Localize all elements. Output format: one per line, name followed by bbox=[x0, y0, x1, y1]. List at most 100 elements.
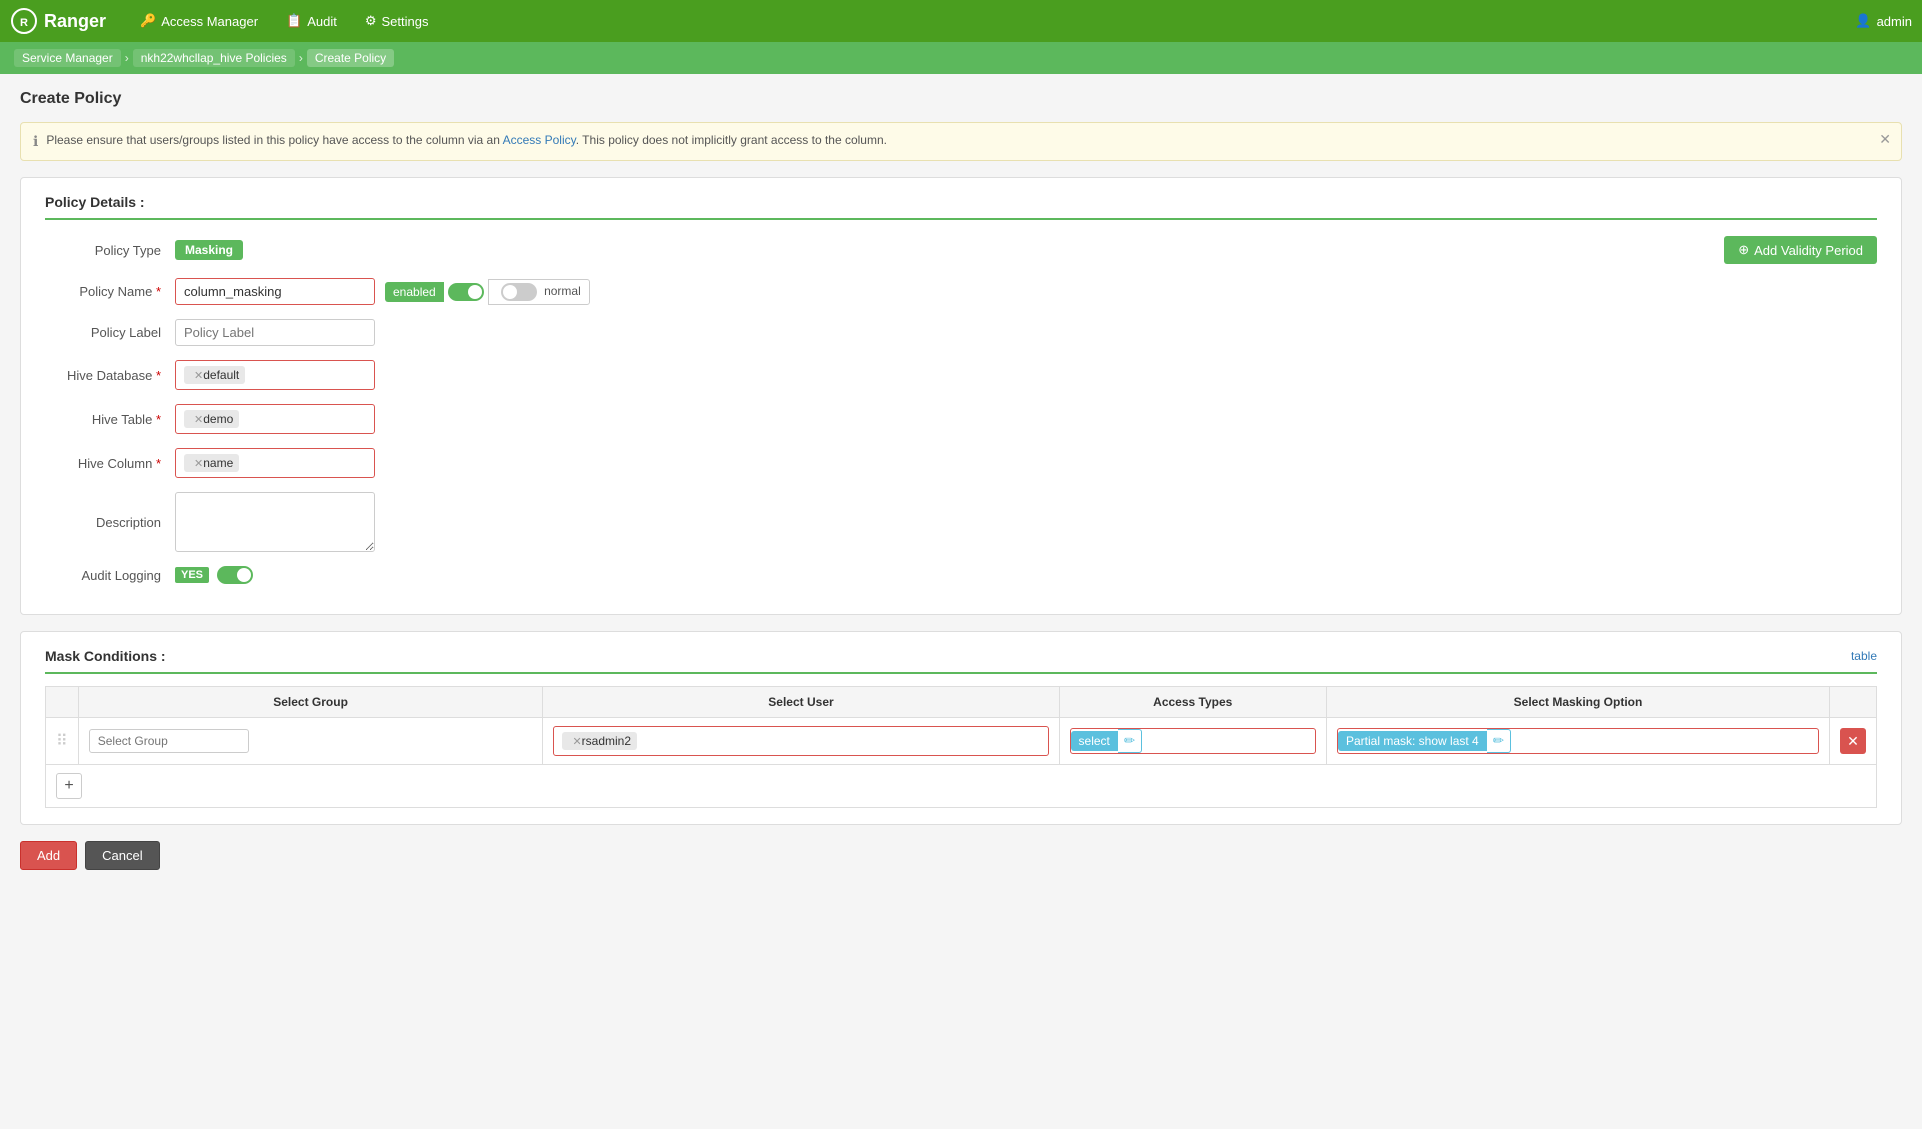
brand-name: Ranger bbox=[44, 11, 106, 32]
add-row-button[interactable]: + bbox=[56, 773, 82, 799]
description-label: Description bbox=[45, 515, 175, 530]
policy-type-row: Policy Type Masking ⊕ Add Validity Perio… bbox=[45, 236, 1877, 264]
hive-database-row: Hive Database * ✕ default bbox=[45, 360, 1877, 390]
hive-table-label: Hive Table * bbox=[45, 412, 175, 427]
policy-type-left: Policy Type Masking bbox=[45, 240, 243, 260]
select-group-input[interactable] bbox=[89, 729, 249, 753]
nav-settings-label: Settings bbox=[382, 14, 429, 29]
alert-text: Please ensure that users/groups listed i… bbox=[46, 133, 887, 147]
select-user-input-wrapper[interactable]: ✕ rsadmin2 bbox=[553, 726, 1048, 756]
page-content: Create Policy ℹ Please ensure that users… bbox=[0, 74, 1922, 886]
hive-column-label: Hive Column * bbox=[45, 456, 175, 471]
breadcrumb-sep2: › bbox=[299, 51, 303, 65]
delete-row-button[interactable]: ✕ bbox=[1840, 728, 1866, 754]
hive-database-remove-icon[interactable]: ✕ bbox=[194, 369, 203, 382]
breadcrumb-policies[interactable]: nkh22whcllap_hive Policies bbox=[133, 49, 295, 67]
row-delete-cell: ✕ bbox=[1830, 718, 1877, 765]
settings-icon: ⚙ bbox=[365, 13, 377, 29]
alert-access-policy-link[interactable]: Access Policy bbox=[503, 133, 576, 147]
hive-column-required: * bbox=[156, 456, 161, 471]
alert-banner: ℹ Please ensure that users/groups listed… bbox=[20, 122, 1902, 161]
normal-badge: normal bbox=[488, 279, 590, 305]
hive-database-tag-value: default bbox=[203, 368, 239, 382]
policy-name-label: Policy Name * bbox=[45, 284, 175, 299]
select-group-col-header: Select Group bbox=[78, 687, 543, 718]
user-tag-value: rsadmin2 bbox=[582, 734, 631, 748]
breadcrumb-service-manager[interactable]: Service Manager bbox=[14, 49, 121, 67]
hive-table-remove-icon[interactable]: ✕ bbox=[194, 413, 203, 426]
cancel-button[interactable]: Cancel bbox=[85, 841, 159, 870]
access-types-wrapper: select ✏ bbox=[1070, 728, 1316, 754]
audit-logging-toggle[interactable] bbox=[217, 566, 253, 584]
policy-name-input[interactable] bbox=[175, 278, 375, 305]
hive-database-label: Hive Database * bbox=[45, 368, 175, 383]
hive-table-required: * bbox=[156, 412, 161, 427]
nav-access-manager-label: Access Manager bbox=[161, 14, 258, 29]
audit-icon: 📋 bbox=[286, 13, 302, 29]
add-validity-label: Add Validity Period bbox=[1754, 243, 1863, 258]
nav-items: 🔑 Access Manager 📋 Audit ⚙ Settings bbox=[126, 0, 1855, 42]
breadcrumb-sep1: › bbox=[125, 51, 129, 65]
alert-icon: ℹ bbox=[33, 133, 38, 150]
policy-details-section: Policy Details : Policy Type Masking ⊕ A… bbox=[20, 177, 1902, 615]
user-tag-remove-icon[interactable]: ✕ bbox=[572, 735, 581, 748]
conditions-table: Select Group Select User Access Types Se… bbox=[45, 686, 1877, 808]
drag-handle-icon[interactable]: ⠿ bbox=[56, 733, 68, 750]
add-row-cell: + bbox=[46, 765, 1877, 808]
access-types-col-header: Access Types bbox=[1059, 687, 1326, 718]
drag-handle-cell: ⠿ bbox=[46, 718, 79, 765]
normal-toggle[interactable] bbox=[501, 283, 537, 301]
alert-text-after: . This policy does not implicitly grant … bbox=[576, 133, 887, 147]
table-link[interactable]: table bbox=[1851, 649, 1877, 663]
breadcrumb-current: Create Policy bbox=[307, 49, 394, 67]
select-group-cell bbox=[78, 718, 543, 765]
access-type-edit-button[interactable]: ✏ bbox=[1118, 729, 1142, 753]
access-type-button[interactable]: select bbox=[1071, 731, 1118, 751]
drag-col-header bbox=[46, 687, 79, 718]
alert-text-before: Please ensure that users/groups listed i… bbox=[46, 133, 502, 147]
page-title: Create Policy bbox=[20, 90, 1902, 108]
mask-conditions-header: Mask Conditions : table bbox=[45, 648, 1877, 674]
description-row: Description bbox=[45, 492, 1877, 552]
alert-close-button[interactable]: ✕ bbox=[1879, 131, 1891, 148]
nav-settings[interactable]: ⚙ Settings bbox=[351, 0, 443, 42]
enabled-toggle-group: enabled normal bbox=[385, 279, 590, 305]
svg-text:R: R bbox=[20, 17, 28, 29]
access-manager-icon: 🔑 bbox=[140, 13, 156, 29]
description-input[interactable] bbox=[175, 492, 375, 552]
nav-audit[interactable]: 📋 Audit bbox=[272, 0, 351, 42]
breadcrumb: Service Manager › nkh22whcllap_hive Poli… bbox=[0, 42, 1922, 74]
policy-name-required: * bbox=[156, 284, 161, 299]
hive-column-input[interactable]: ✕ name bbox=[175, 448, 375, 478]
hive-database-input[interactable]: ✕ default bbox=[175, 360, 375, 390]
masking-option-cell: Partial mask: show last 4 ✏ bbox=[1327, 718, 1830, 765]
nav-access-manager[interactable]: 🔑 Access Manager bbox=[126, 0, 272, 42]
select-masking-col-header: Select Masking Option bbox=[1327, 687, 1830, 718]
policy-label-row: Policy Label bbox=[45, 319, 1877, 346]
ranger-logo-icon: R bbox=[10, 7, 38, 35]
access-types-cell: select ✏ bbox=[1059, 718, 1326, 765]
add-validity-period-button[interactable]: ⊕ Add Validity Period bbox=[1724, 236, 1877, 264]
policy-label-label: Policy Label bbox=[45, 325, 175, 340]
add-button[interactable]: Add bbox=[20, 841, 77, 870]
audit-logging-row: Audit Logging YES bbox=[45, 566, 1877, 584]
actions-col-header bbox=[1830, 687, 1877, 718]
hive-column-remove-icon[interactable]: ✕ bbox=[194, 457, 203, 470]
user-section: 👤 admin bbox=[1855, 13, 1912, 29]
plus-icon: ⊕ bbox=[1738, 242, 1749, 258]
mask-conditions-title: Mask Conditions : bbox=[45, 648, 166, 664]
enabled-badge: enabled bbox=[385, 282, 444, 302]
mask-conditions-section: Mask Conditions : table Select Group Sel… bbox=[20, 631, 1902, 825]
mask-option-button[interactable]: Partial mask: show last 4 bbox=[1338, 731, 1487, 751]
hive-column-tag-value: name bbox=[203, 456, 233, 470]
hive-table-row: Hive Table * ✕ demo bbox=[45, 404, 1877, 434]
mask-option-edit-button[interactable]: ✏ bbox=[1487, 729, 1511, 753]
enabled-toggle[interactable] bbox=[448, 283, 484, 301]
hive-table-input[interactable]: ✕ demo bbox=[175, 404, 375, 434]
policy-label-input[interactable] bbox=[175, 319, 375, 346]
hive-database-tag: ✕ default bbox=[184, 366, 245, 384]
user-icon: 👤 bbox=[1855, 13, 1871, 29]
policy-type-badge: Masking bbox=[175, 240, 243, 260]
mask-option-wrapper: Partial mask: show last 4 ✏ bbox=[1337, 728, 1819, 754]
breadcrumb-crumb: Service Manager › nkh22whcllap_hive Poli… bbox=[14, 49, 394, 67]
